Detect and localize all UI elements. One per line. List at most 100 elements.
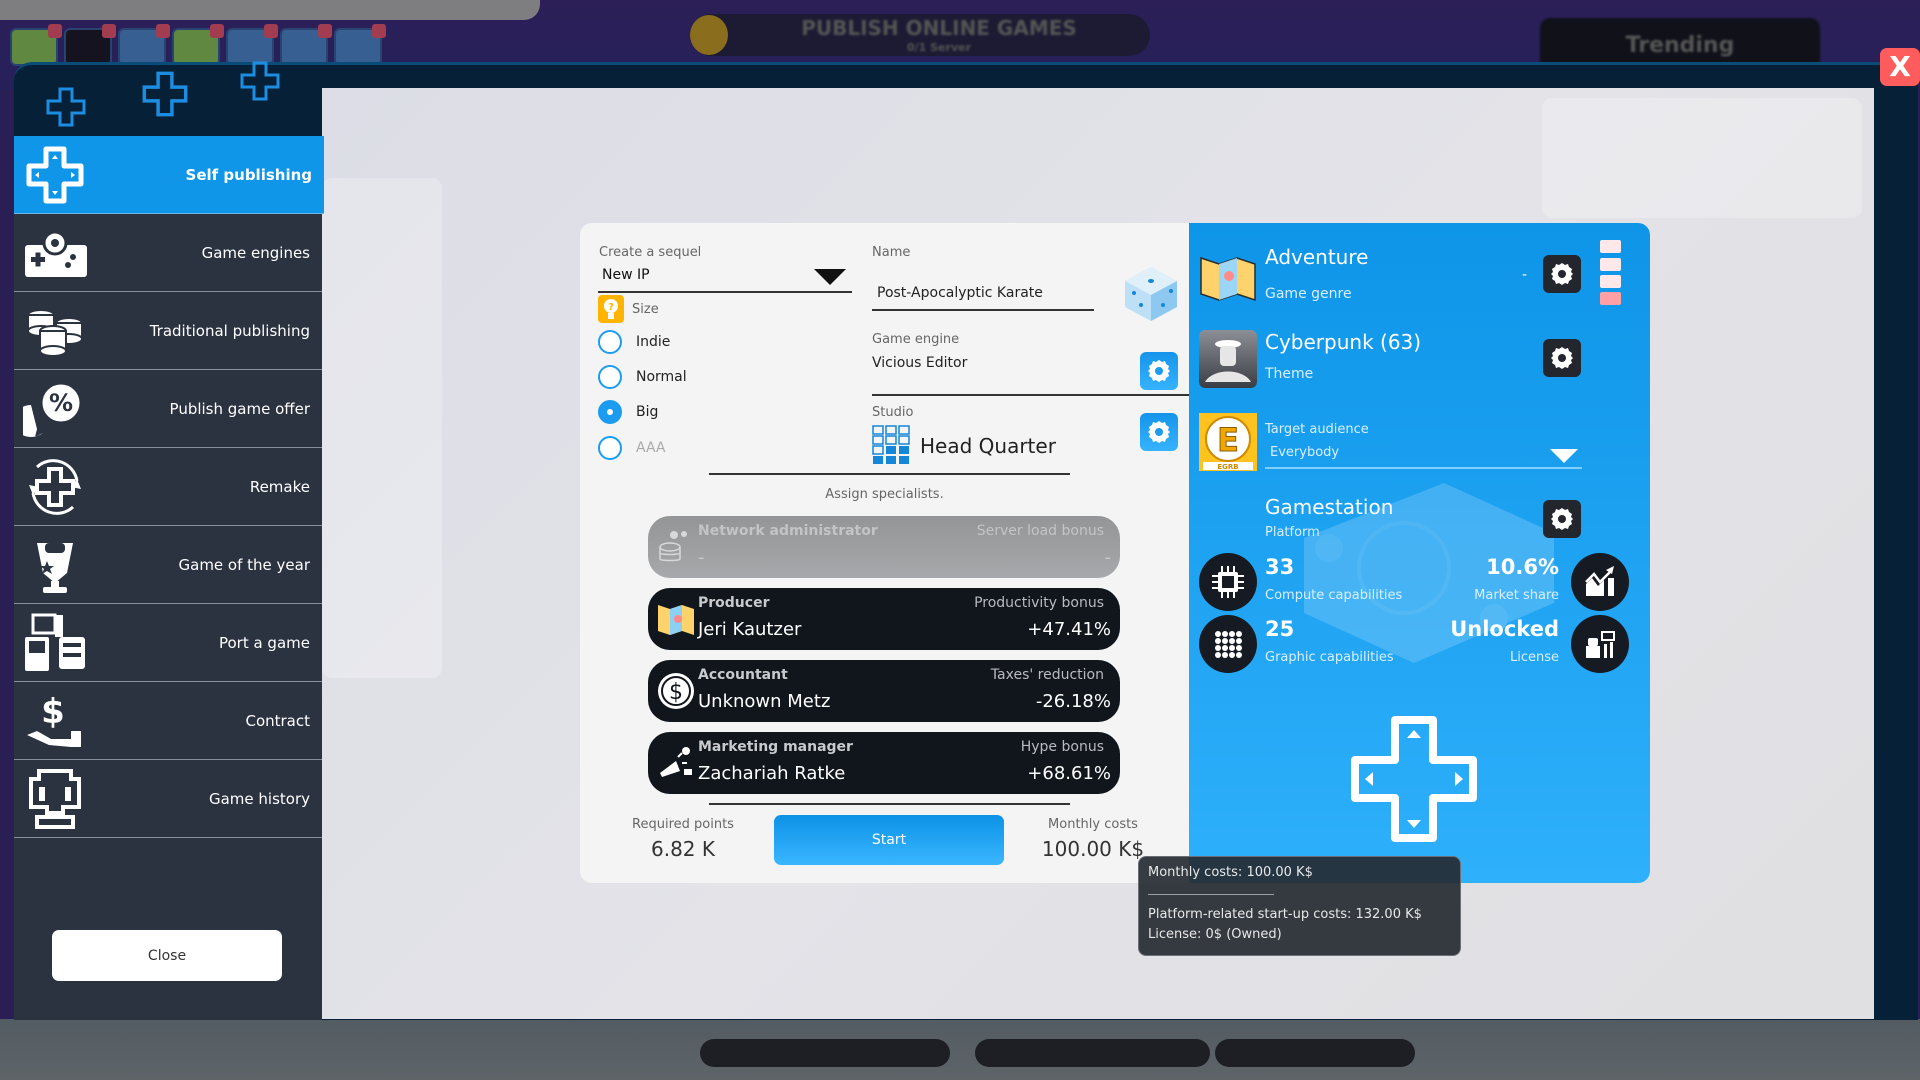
self-publishing-dpad-icon xyxy=(1351,716,1477,842)
hint-lightbulb-icon[interactable]: ? xyxy=(598,295,624,323)
start-button[interactable]: Start xyxy=(774,815,1004,865)
background-panel xyxy=(322,178,442,678)
background-trending-list xyxy=(1542,98,1862,218)
chevron-down-icon xyxy=(1550,449,1578,463)
sidebar-item-game-history[interactable]: Game history xyxy=(14,760,322,838)
specialist-bonus-value: +47.41% xyxy=(1027,619,1111,640)
background-tab xyxy=(280,24,332,66)
theme-cyberpunk-icon xyxy=(1199,330,1257,388)
header-decoration xyxy=(14,61,324,139)
theme-label: Theme xyxy=(1265,366,1314,382)
close-button[interactable]: Close xyxy=(52,930,282,981)
rating-everybody-icon: E EGRB xyxy=(1199,413,1257,471)
compute-value: 33 xyxy=(1265,555,1295,579)
audience-value: Everybody xyxy=(1270,445,1340,460)
background-tab xyxy=(10,24,62,66)
size-option-normal[interactable]: Normal xyxy=(598,363,687,391)
sidebar-item-game-of-the-year[interactable]: Game of the year xyxy=(14,526,322,604)
sidebar-item-port-a-game[interactable]: Port a game xyxy=(14,604,322,682)
dpad-outline-icon xyxy=(240,61,280,101)
audience-dropdown[interactable]: Everybody xyxy=(1265,441,1582,469)
specialist-bonus-label: Server load bonus xyxy=(976,523,1104,539)
size-option-big[interactable]: Big xyxy=(598,398,658,426)
specialist-bonus-value: - xyxy=(1104,547,1112,568)
license-value: Unlocked xyxy=(1450,617,1559,641)
radio-button[interactable] xyxy=(598,330,622,354)
sidebar-item-label: Self publishing xyxy=(185,165,312,184)
monthly-costs-label: Monthly costs xyxy=(1048,817,1138,832)
theme-value: Cyberpunk (63) xyxy=(1265,330,1422,354)
theme-settings-button[interactable] xyxy=(1543,339,1581,377)
randomize-dice-icon[interactable] xyxy=(1123,265,1179,323)
sidebar-item-self-publishing[interactable]: Self publishing xyxy=(14,136,324,214)
gear-icon xyxy=(1148,421,1170,443)
specialist-role: Accountant xyxy=(698,667,788,683)
svg-text:?: ? xyxy=(608,302,614,313)
specialists-divider xyxy=(709,803,1070,805)
percent-bubble-icon: % xyxy=(22,378,88,440)
gear-icon xyxy=(1148,360,1170,382)
specialist-producer[interactable]: Producer Productivity bonus Jeri Kautzer… xyxy=(648,588,1120,650)
studio-settings-button[interactable] xyxy=(1140,413,1178,451)
platform-settings-button[interactable] xyxy=(1543,500,1581,538)
genre-fit-indicator-segment xyxy=(1600,275,1621,288)
audience-label: Target audience xyxy=(1265,422,1369,437)
sidebar-item-traditional-publishing[interactable]: Traditional publishing xyxy=(14,292,322,370)
specialist-accountant[interactable]: $ Accountant Taxes' reduction Unknown Me… xyxy=(648,660,1120,722)
sidebar: Self publishing Game engines Traditional… xyxy=(14,136,324,1020)
platform-label: Platform xyxy=(1265,525,1320,540)
genre-map-icon xyxy=(1200,256,1256,302)
sidebar-item-label: Publish game offer xyxy=(169,399,310,418)
radio-button[interactable] xyxy=(598,365,622,389)
market-share-value: 10.6% xyxy=(1486,555,1559,579)
dpad-outline-icon xyxy=(142,71,188,117)
specialist-role: Producer xyxy=(698,595,770,611)
specialist-bonus-value: +68.61% xyxy=(1027,763,1111,784)
specialist-name: Jeri Kautzer xyxy=(698,619,802,640)
sequel-label: Create a sequel xyxy=(599,245,702,260)
specialist-bonus-label: Taxes' reduction xyxy=(990,667,1104,683)
size-option-aaa[interactable]: AAA xyxy=(598,434,666,462)
close-window-button[interactable]: X xyxy=(1880,48,1920,86)
sidebar-item-label: Contract xyxy=(245,711,310,730)
specialist-network-administrator[interactable]: Network administrator Server load bonus … xyxy=(648,516,1120,578)
sidebar-item-contract[interactable]: $ Contract xyxy=(14,682,322,760)
megaphone-icon xyxy=(660,747,692,777)
market-chart-icon xyxy=(1571,553,1629,611)
graphic-label: Graphic capabilities xyxy=(1265,650,1394,665)
size-option-indie[interactable]: Indie xyxy=(598,328,670,356)
specialist-role: Network administrator xyxy=(698,523,878,539)
radio-button-selected[interactable] xyxy=(598,400,622,424)
game-name-input[interactable]: Post-Apocalyptic Karate xyxy=(877,285,1043,301)
studio-value: Head Quarter xyxy=(920,434,1056,458)
tooltip-divider xyxy=(1148,894,1274,895)
publish-banner-subtitle: 0/1 Server xyxy=(906,40,972,54)
sidebar-item-publish-game-offer[interactable]: % Publish game offer xyxy=(14,370,322,448)
specialist-marketing-manager[interactable]: Marketing manager Hype bonus Zachariah R… xyxy=(648,732,1120,794)
hand-dollar-icon: $ xyxy=(22,690,88,752)
sidebar-item-label: Game engines xyxy=(201,243,310,262)
chevron-down-icon xyxy=(814,269,846,285)
svg-text:$: $ xyxy=(41,692,65,732)
background-open-tabs xyxy=(10,24,386,66)
background-tab xyxy=(334,24,386,66)
genre-fit-indicator-segment-active xyxy=(1600,292,1621,305)
sequel-dropdown[interactable]: New IP xyxy=(598,263,852,293)
specialist-bonus-label: Hype bonus xyxy=(1020,739,1104,755)
genre-fit-indicator-segment xyxy=(1600,240,1621,253)
radio-button[interactable] xyxy=(598,436,622,460)
studio-underline xyxy=(709,473,1070,475)
platform-name: Gamestation xyxy=(1265,495,1394,519)
size-label: Size xyxy=(632,302,659,317)
specialists-heading: Assign specialists. xyxy=(825,487,944,502)
publish-banner-title: PUBLISH ONLINE GAMES xyxy=(801,15,1077,40)
tooltip-monthly-costs: Monthly costs: 100.00 K$ xyxy=(1148,865,1313,880)
genre-settings-button[interactable] xyxy=(1543,255,1581,293)
specialist-bonus-value: -26.18% xyxy=(1035,691,1111,712)
sidebar-item-remake[interactable]: Remake xyxy=(14,448,322,526)
background-publish-banner: PUBLISH ONLINE GAMES 0/1 Server xyxy=(690,14,1150,56)
sidebar-item-game-engines[interactable]: Game engines xyxy=(14,214,322,292)
gear-icon xyxy=(1551,508,1573,530)
background-top-bar xyxy=(0,0,540,20)
engine-settings-button[interactable] xyxy=(1140,352,1178,390)
